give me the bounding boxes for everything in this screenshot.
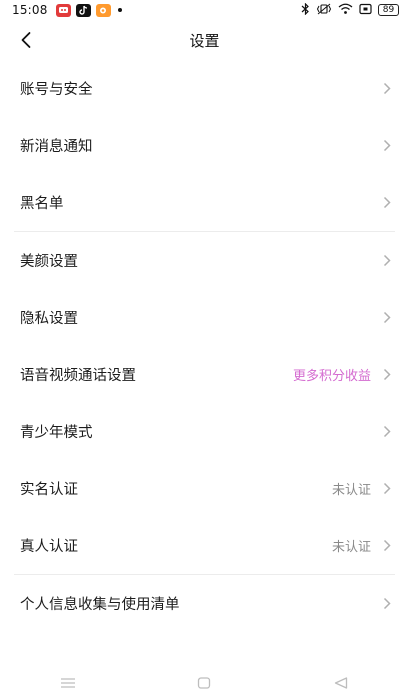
chevron-right-icon <box>381 368 393 382</box>
settings-item-call[interactable]: 语音视频通话设置 更多积分收益 <box>0 346 409 403</box>
settings-item-label: 青少年模式 <box>20 425 93 441</box>
status-indicators: 89 <box>301 2 399 18</box>
settings-item-label: 新消息通知 <box>20 139 93 155</box>
settings-item-realperson[interactable]: 真人认证 未认证 <box>0 517 409 574</box>
settings-item-label: 隐私设置 <box>20 311 78 327</box>
sim-icon <box>359 3 372 18</box>
settings-item-label: 账号与安全 <box>20 82 93 98</box>
status-text: 未认证 <box>331 483 371 498</box>
chevron-right-icon <box>381 425 393 439</box>
settings-list: 账号与安全 新消息通知 黑名单 美颜设置 隐私设置 语音视频通话设置 更多积分收… <box>0 60 409 632</box>
tiktok-icon <box>75 3 91 17</box>
settings-screen: 15:08 89 设置 账号与安全 新消息通知 黑名单 美颜设置 隐私设置 语音… <box>0 0 409 692</box>
settings-item-notify[interactable]: 新消息通知 <box>0 117 409 174</box>
chevron-right-icon <box>381 482 393 496</box>
settings-item-label: 黑名单 <box>20 196 64 212</box>
settings-item-label: 美颜设置 <box>20 254 78 270</box>
promo-text: 更多积分收益 <box>292 369 371 384</box>
chevron-right-icon <box>381 196 393 210</box>
menu-icon <box>61 678 76 688</box>
chevron-right-icon <box>381 254 393 268</box>
chevron-right-icon <box>381 539 393 553</box>
chevron-left-icon <box>21 32 31 48</box>
settings-item-label: 个人信息收集与使用清单 <box>20 597 180 613</box>
bluetooth-icon <box>301 2 310 18</box>
menu-nav-button[interactable] <box>53 676 83 690</box>
wifi-icon <box>338 3 353 18</box>
system-nav-bar <box>0 670 409 692</box>
settings-item-privacy[interactable]: 隐私设置 <box>0 289 409 346</box>
settings-item-account[interactable]: 账号与安全 <box>0 60 409 117</box>
back-nav-button[interactable] <box>326 676 356 690</box>
nav-header: 设置 <box>0 22 409 58</box>
settings-item-teen[interactable]: 青少年模式 <box>0 403 409 460</box>
status-text: 未认证 <box>331 540 371 555</box>
home-nav-button[interactable] <box>189 676 219 690</box>
chevron-right-icon <box>381 82 393 96</box>
home-square-icon <box>198 677 211 689</box>
more-notifications-dot <box>117 8 122 12</box>
settings-item-label: 实名认证 <box>20 482 78 498</box>
chevron-right-icon <box>381 311 393 325</box>
settings-item-label: 真人认证 <box>20 539 78 555</box>
chevron-right-icon <box>381 139 393 153</box>
vibrate-icon <box>316 3 332 18</box>
status-bar: 15:08 89 <box>0 0 409 20</box>
settings-item-personal-info[interactable]: 个人信息收集与使用清单 <box>0 575 409 632</box>
status-time: 15:08 <box>12 3 48 17</box>
page-title: 设置 <box>189 31 220 50</box>
chevron-right-icon <box>381 597 393 611</box>
back-button[interactable] <box>12 26 40 54</box>
settings-item-realname[interactable]: 实名认证 未认证 <box>0 460 409 517</box>
app-notification-icon <box>55 3 71 17</box>
settings-item-label: 语音视频通话设置 <box>20 368 136 384</box>
back-triangle-icon <box>334 677 347 689</box>
settings-item-beauty[interactable]: 美颜设置 <box>0 232 409 289</box>
app-orange-icon <box>95 3 111 17</box>
settings-item-blacklist[interactable]: 黑名单 <box>0 174 409 231</box>
battery-indicator: 89 <box>378 4 399 16</box>
